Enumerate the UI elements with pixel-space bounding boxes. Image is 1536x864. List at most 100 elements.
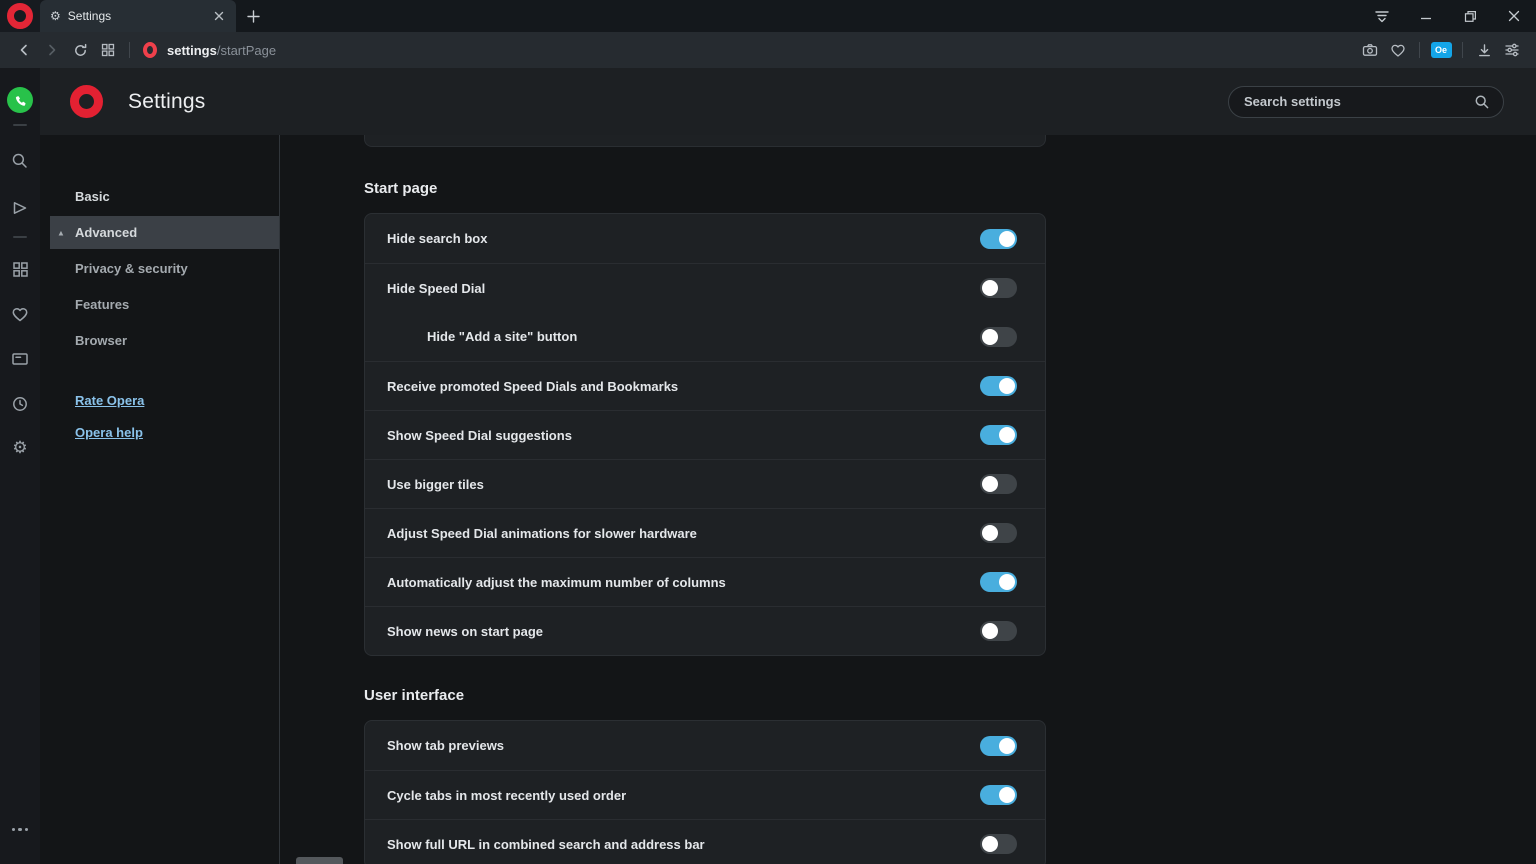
toggle-show-speed-dial-suggestions[interactable] — [980, 425, 1017, 445]
scrollbar-thumb[interactable] — [296, 857, 343, 864]
setting-row: Show full URL in combined search and add… — [365, 819, 1045, 864]
back-button[interactable] — [10, 37, 38, 63]
forward-button[interactable] — [38, 37, 66, 63]
setting-label: Show Speed Dial suggestions — [387, 428, 980, 443]
snapshot-camera-button[interactable] — [1356, 37, 1384, 63]
speed-dial-grid-button[interactable] — [94, 37, 122, 63]
nav-item-privacy-security[interactable]: Privacy & security — [40, 250, 279, 286]
toolbar-separator — [1462, 42, 1463, 58]
toggle-show-full-url[interactable] — [980, 834, 1017, 854]
nav-item-basic[interactable]: Basic — [40, 178, 279, 214]
restore-window-button[interactable] — [1448, 0, 1492, 32]
toggle-hide-search-box[interactable] — [980, 229, 1017, 249]
tab-title: Settings — [68, 9, 203, 23]
setting-label: Show full URL in combined search and add… — [387, 837, 980, 852]
toggle-hide-add-a-site-button[interactable] — [980, 327, 1017, 347]
previous-section-card-edge — [364, 135, 1046, 147]
setting-row: Show news on start page — [365, 606, 1045, 655]
toggle-auto-adjust-max-columns[interactable] — [980, 572, 1017, 592]
opera-logo-icon — [7, 3, 33, 29]
settings-nav: Basic ▲ Advanced Privacy & security Feat… — [40, 135, 280, 864]
sidebar-setup-ellipsis-icon[interactable] — [12, 828, 29, 832]
tab-search-button[interactable] — [1360, 0, 1404, 32]
nav-item-advanced[interactable]: ▲ Advanced — [50, 216, 279, 249]
close-window-button[interactable] — [1492, 0, 1536, 32]
settings-page: Settings Basic ▲ Advanced — [40, 68, 1536, 864]
address-field[interactable]: settings /startPage — [137, 42, 1356, 58]
extension-badge-button[interactable]: Oe — [1427, 37, 1455, 63]
toggle-show-tab-previews[interactable] — [980, 736, 1017, 756]
toggle-use-bigger-tiles[interactable] — [980, 474, 1017, 494]
settings-search-box[interactable] — [1228, 86, 1504, 118]
setting-row: Hide "Add a site" button — [365, 312, 1045, 361]
whatsapp-icon[interactable] — [7, 87, 33, 113]
speed-dial-icon[interactable] — [9, 258, 31, 280]
rate-opera-link[interactable]: Rate Opera — [40, 384, 279, 416]
tab-strip: ⚙ Settings — [0, 0, 1536, 32]
extension-badge-icon: Oe — [1431, 42, 1452, 58]
setting-label: Receive promoted Speed Dials and Bookmar… — [387, 379, 980, 394]
setting-row: Cycle tabs in most recently used order — [365, 770, 1045, 819]
start-page-card: Hide search box Hide Speed Dial Hide "Ad… — [364, 213, 1046, 656]
opera-help-link[interactable]: Opera help — [40, 416, 279, 448]
toggle-receive-promoted-speed-dials[interactable] — [980, 376, 1017, 396]
search-icon[interactable] — [9, 150, 31, 172]
setting-label: Cycle tabs in most recently used order — [387, 788, 980, 803]
section-title-user-interface: User interface — [364, 686, 1046, 706]
page-title: Settings — [128, 90, 205, 114]
settings-search-input[interactable] — [1244, 94, 1474, 109]
settings-scroll-area: Start page Hide search box Hide Speed Di… — [364, 135, 1046, 864]
toggle-cycle-tabs-mru[interactable] — [980, 785, 1017, 805]
history-clock-icon[interactable] — [9, 393, 31, 415]
toolbar-separator — [129, 42, 130, 58]
my-flow-icon[interactable] — [9, 197, 31, 219]
opera-logo-icon — [70, 85, 103, 118]
toolbar-right-icons: Oe — [1356, 37, 1526, 63]
setting-row: Receive promoted Speed Dials and Bookmar… — [365, 361, 1045, 410]
address-toolbar: settings /startPage Oe — [0, 32, 1536, 68]
settings-content: Basic ▲ Advanced Privacy & security Feat… — [40, 135, 1536, 864]
toggle-show-news-on-start-page[interactable] — [980, 621, 1017, 641]
tab-strip-spacer — [270, 0, 1360, 32]
opera-menu-button[interactable] — [0, 0, 40, 32]
new-tab-button[interactable] — [236, 0, 270, 32]
setting-label: Hide Speed Dial — [387, 281, 980, 296]
favorites-heart-button[interactable] — [1384, 37, 1412, 63]
setting-row: Show tab previews — [365, 721, 1045, 770]
section-title-start-page: Start page — [364, 179, 1046, 199]
setting-label: Hide "Add a site" button — [387, 329, 980, 344]
sidebar-divider — [13, 124, 27, 126]
setting-row: Adjust Speed Dial animations for slower … — [365, 508, 1045, 557]
settings-gear-icon[interactable]: ⚙ — [9, 436, 31, 458]
tab-close-icon[interactable] — [210, 7, 228, 25]
toggle-hide-speed-dial[interactable] — [980, 278, 1017, 298]
reload-button[interactable] — [66, 37, 94, 63]
setting-label: Show tab previews — [387, 738, 980, 753]
setting-row: Use bigger tiles — [365, 459, 1045, 508]
minimize-button[interactable] — [1404, 0, 1448, 32]
news-icon[interactable] — [9, 348, 31, 370]
toggle-adjust-speed-dial-animations[interactable] — [980, 523, 1017, 543]
nav-item-browser[interactable]: Browser — [40, 322, 279, 358]
browser-body: ⚙ Settings Basic — [0, 68, 1536, 864]
user-interface-card: Show tab previews Cycle tabs in most rec… — [364, 720, 1046, 864]
nav-links: Rate Opera Opera help — [40, 384, 279, 448]
bookmarks-heart-icon[interactable] — [9, 303, 31, 325]
nav-item-label: Advanced — [75, 225, 137, 240]
opera-site-icon — [143, 42, 157, 58]
tab-favicon-gear-icon: ⚙ — [50, 10, 61, 22]
collapse-arrow-icon: ▲ — [57, 228, 65, 237]
tab-settings[interactable]: ⚙ Settings — [40, 0, 236, 32]
easy-setup-tune-button[interactable] — [1498, 37, 1526, 63]
setting-label: Hide search box — [387, 231, 980, 246]
toolbar-separator — [1419, 42, 1420, 58]
setting-row: Hide search box — [365, 214, 1045, 263]
url-host: settings — [167, 43, 217, 58]
setting-label: Adjust Speed Dial animations for slower … — [387, 526, 980, 541]
url-path: /startPage — [217, 43, 276, 58]
setting-label: Automatically adjust the maximum number … — [387, 575, 980, 590]
nav-item-features[interactable]: Features — [40, 286, 279, 322]
downloads-button[interactable] — [1470, 37, 1498, 63]
browser-sidebar: ⚙ — [0, 68, 40, 864]
setting-row: Show Speed Dial suggestions — [365, 410, 1045, 459]
